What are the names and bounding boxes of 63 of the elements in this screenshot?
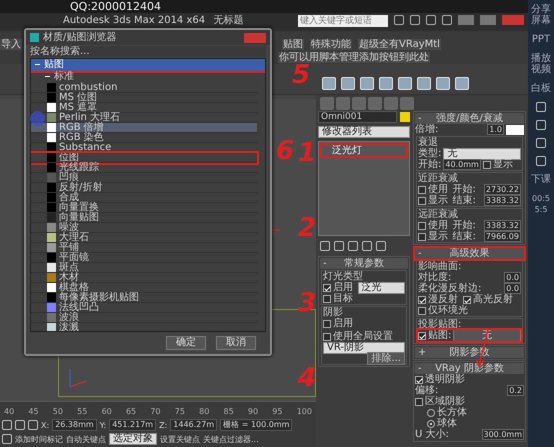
- spinner-label: 结束:: [452, 231, 476, 242]
- group-label: 近距衰减: [418, 173, 458, 184]
- grid-readout: 栅格 = 100.0mm: [220, 419, 292, 431]
- tick-label: 40: [4, 406, 14, 417]
- checkbox-label: 启用: [333, 318, 353, 329]
- coordinate-label: Z:: [159, 420, 168, 430]
- window-title: Autodesk 3ds Max 2014 x64: [63, 15, 206, 26]
- group-label: 投影贴图:: [418, 319, 462, 330]
- group-label: 阴影: [323, 307, 343, 318]
- checkbox-label: 使用: [428, 184, 448, 195]
- radio-label: 球体: [437, 418, 457, 429]
- annotation-number: 3: [298, 290, 316, 316]
- annotation-number: 1: [298, 140, 316, 166]
- annotation-number: 6: [276, 138, 294, 164]
- checkbox-label: 启用: [333, 282, 353, 293]
- tick-label: 70: [150, 406, 161, 417]
- spinner-label: 开始:: [452, 184, 476, 195]
- tick-label: 60: [102, 406, 112, 417]
- tick-label: 85: [224, 406, 234, 417]
- checkbox-label: 漫反射: [428, 294, 458, 305]
- spinner-label: 倍增:: [415, 124, 438, 135]
- coordinate-label: Y:: [100, 420, 106, 430]
- annotation-number: 5: [292, 62, 310, 88]
- checkbox-label: 透明阴影: [425, 374, 465, 385]
- tick-label: 55: [77, 406, 88, 417]
- timer-text: 00:55:5: [531, 193, 551, 215]
- checkbox-label: 贴图:: [428, 330, 452, 341]
- checkbox-label: 使用全局设置: [333, 331, 393, 342]
- tick-label: 95: [272, 406, 282, 417]
- tick-label: 100: [296, 406, 312, 417]
- checkbox-label: 高光反射: [473, 294, 513, 305]
- tick-label: 50: [52, 406, 63, 417]
- group-label: 远距衰减: [418, 209, 458, 220]
- file-name: 无标题: [214, 15, 244, 26]
- dropdown-label: 类型:: [418, 148, 442, 159]
- tick-label: 80: [199, 406, 210, 417]
- spinner-label: 开始:: [418, 159, 442, 170]
- tick-label: 65: [126, 406, 136, 417]
- checkbox-label: 使用: [428, 220, 448, 231]
- spinner-label: 柔化漫反射边:: [418, 283, 482, 294]
- checkbox-label: 显示: [428, 195, 448, 206]
- dialog-title: 材质/贴图浏览器: [43, 32, 116, 43]
- checkbox-label: 显示: [492, 159, 513, 170]
- tick-label: 90: [248, 406, 258, 417]
- radio-label: 长方体: [437, 407, 467, 418]
- spinner-label: 对比度:: [418, 272, 452, 283]
- coordinate-label: X:: [41, 420, 50, 430]
- annotation-number: 4: [298, 365, 316, 391]
- top-bar-text: QQ:2000012404: [0, 0, 528, 13]
- checkbox-label: 区域阴影: [425, 396, 465, 407]
- tick-label: 75: [174, 406, 185, 417]
- spinner-label: 偏移:: [415, 385, 438, 396]
- group-label: 影响曲面:: [418, 261, 462, 272]
- spinner-label: U 大小:: [415, 429, 449, 440]
- checkbox-label: 目标: [333, 293, 353, 304]
- checkbox-label: 显示: [428, 231, 448, 242]
- group-label: 衰退: [418, 137, 438, 148]
- group-label: 灯光类型: [323, 271, 363, 282]
- annotation-number: 2: [298, 215, 316, 241]
- checkbox-label: 仅环境光: [428, 305, 468, 316]
- spinner-label: 开始:: [452, 220, 476, 231]
- spinner-label: 结束:: [452, 195, 476, 206]
- tick-label: 45: [28, 406, 39, 417]
